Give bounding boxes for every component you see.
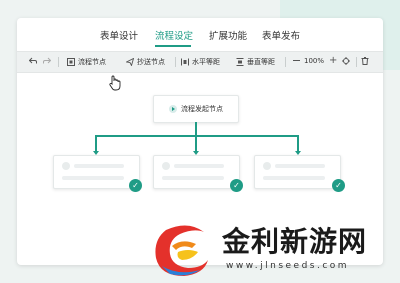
text-placeholder: [162, 176, 224, 180]
check-icon: ✓: [332, 179, 345, 192]
redo-button[interactable]: [43, 57, 51, 65]
connector-line: [95, 135, 97, 152]
active-tab-indicator: [155, 45, 191, 47]
toolbar-divider: [356, 57, 357, 67]
tab-form-publish[interactable]: 表单发布: [262, 28, 300, 42]
watermark-url: www.jlnseeds.com: [226, 261, 350, 271]
text-placeholder: [275, 164, 325, 168]
zoom-in-button[interactable]: +: [329, 56, 337, 66]
horizontal-distribute-icon: [181, 58, 189, 66]
check-icon: ✓: [129, 179, 142, 192]
minus-icon: [293, 60, 300, 61]
tab-process-settings[interactable]: 流程设定: [155, 28, 193, 42]
check-icon: ✓: [230, 179, 243, 192]
start-node[interactable]: 流程发起节点: [153, 95, 239, 123]
delete-button[interactable]: [361, 57, 369, 65]
vertical-distribute-icon: [236, 58, 244, 66]
site-logo-icon: [155, 225, 208, 276]
plus-icon: +: [329, 55, 338, 66]
target-icon: [342, 57, 350, 65]
start-node-label: 流程发起节点: [181, 105, 223, 113]
text-placeholder: [263, 176, 325, 180]
connector-line: [95, 135, 298, 137]
trash-icon: [361, 57, 369, 65]
horizontal-spacing-button[interactable]: 水平等距: [181, 57, 220, 67]
tab-form-design[interactable]: 表单设计: [100, 28, 138, 42]
toolbar-divider: [175, 57, 176, 67]
cc-node-label: 抄送节点: [137, 58, 165, 66]
node-icon: [67, 58, 75, 66]
zoom-out-button[interactable]: [293, 57, 300, 61]
vertical-spacing-label: 垂直等距: [247, 58, 275, 66]
toolbar-divider: [58, 57, 59, 67]
horizontal-spacing-label: 水平等距: [192, 58, 220, 66]
tab-extensions[interactable]: 扩展功能: [209, 28, 247, 42]
connector-line: [195, 122, 197, 136]
redo-icon: [43, 57, 51, 64]
flow-node-button[interactable]: 流程节点: [67, 57, 106, 67]
connector-line: [195, 135, 197, 152]
avatar-placeholder: [62, 162, 70, 170]
child-node[interactable]: [153, 155, 240, 189]
play-icon: [169, 105, 177, 113]
text-placeholder: [174, 164, 224, 168]
connector-line: [297, 135, 299, 152]
toolbar: 流程节点 抄送节点 水平等距 垂直等距 100% +: [17, 51, 383, 73]
child-node[interactable]: [254, 155, 341, 189]
toolbar-divider: [285, 57, 286, 67]
vertical-spacing-button[interactable]: 垂直等距: [236, 57, 275, 67]
tab-bar: 表单设计 流程设定 扩展功能 表单发布: [17, 18, 383, 48]
watermark: 金利新游网 www.jlnseeds.com: [148, 220, 393, 280]
zoom-level: 100%: [304, 57, 325, 65]
undo-icon: [29, 57, 37, 64]
undo-button[interactable]: [29, 57, 37, 65]
avatar-placeholder: [263, 162, 271, 170]
locate-button[interactable]: [342, 57, 350, 65]
avatar-placeholder: [162, 162, 170, 170]
child-node[interactable]: [53, 155, 140, 189]
cc-node-button[interactable]: 抄送节点: [126, 57, 165, 67]
send-icon: [126, 58, 134, 66]
text-placeholder: [62, 176, 124, 180]
text-placeholder: [74, 164, 124, 168]
flow-node-label: 流程节点: [78, 58, 106, 66]
watermark-title: 金利新游网: [222, 225, 368, 258]
